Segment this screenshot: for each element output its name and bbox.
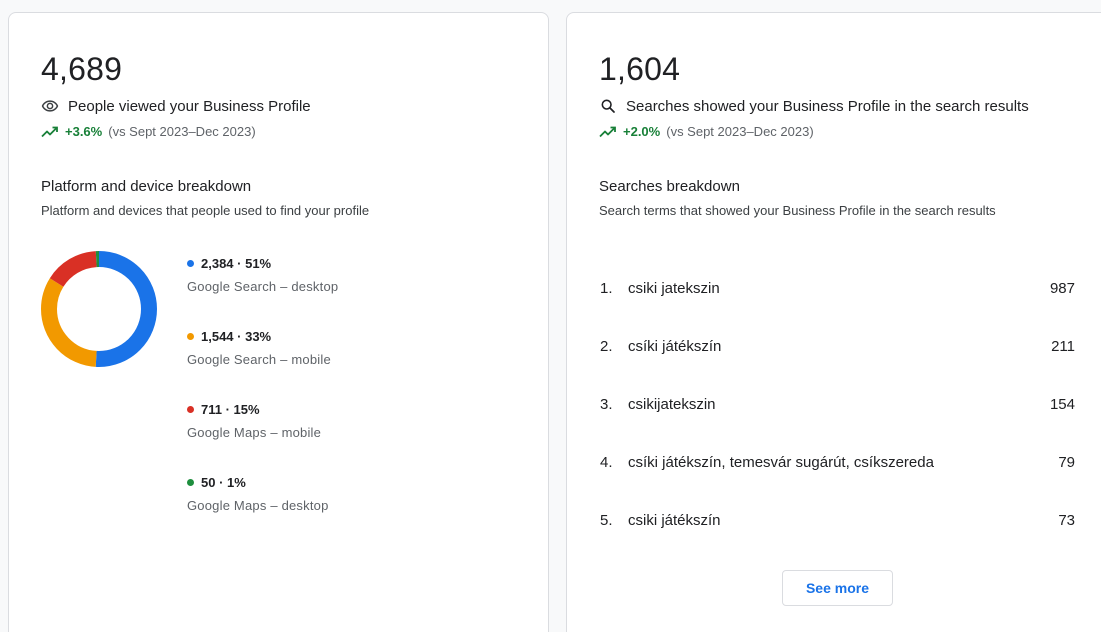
term-text: csiki játékszín: [628, 511, 721, 529]
platform-breakdown-subtitle: Platform and devices that people used to…: [41, 203, 370, 218]
views-trend-period: (vs Sept 2023–Dec 2023): [108, 124, 256, 139]
searches-breakdown-title: Searches breakdown: [599, 178, 740, 195]
trending-up-icon: [599, 126, 616, 137]
legend-item-search-mobile: 1,544 · 33% Google Search – mobile: [187, 328, 338, 401]
list-item: 2. csíki játékszín 211: [600, 317, 1075, 375]
term-count: 79: [1058, 453, 1075, 471]
searches-label-row: Searches showed your Business Profile in…: [599, 97, 1029, 115]
views-label-row: People viewed your Business Profile: [41, 97, 311, 115]
term-count: 73: [1058, 511, 1075, 529]
searches-trend-period: (vs Sept 2023–Dec 2023): [666, 124, 814, 139]
list-item: 1. csiki jatekszin 987: [600, 259, 1075, 317]
term-text: csikijatekszin: [628, 395, 716, 413]
trending-up-icon: [41, 126, 58, 137]
legend-dot: [187, 332, 194, 340]
legend-item-maps-desktop: 50 · 1% Google Maps – desktop: [187, 474, 338, 547]
term-count: 211: [1051, 337, 1075, 355]
legend-name: Google Maps – desktop: [187, 498, 329, 513]
term-count: 987: [1049, 279, 1075, 297]
list-item: 4. csíki játékszín, temesvár sugárút, cs…: [600, 433, 1075, 491]
legend-name: Google Search – mobile: [187, 352, 331, 367]
search-terms-list: 1. csiki jatekszin 987 2. csíki játékszí…: [600, 259, 1075, 549]
legend-value: 50 · 1%: [201, 474, 246, 490]
searches-breakdown-subtitle: Search terms that showed your Business P…: [599, 203, 996, 218]
term-count: 154: [1049, 395, 1075, 413]
term-index: 3.: [600, 395, 613, 413]
legend-item-search-desktop: 2,384 · 51% Google Search – desktop: [187, 255, 338, 328]
legend-name: Google Search – desktop: [187, 279, 339, 294]
term-index: 2.: [600, 337, 613, 355]
legend-value: 711 · 15%: [201, 401, 260, 417]
list-item: 5. csiki játékszín 73: [600, 491, 1075, 549]
term-text: csíki játékszín, temesvár sugárút, csíks…: [628, 453, 934, 471]
term-index: 1.: [600, 279, 613, 297]
platform-donut-chart: [41, 251, 157, 367]
term-index: 4.: [600, 453, 613, 471]
eye-icon: [41, 97, 59, 115]
term-text: csíki játékszín: [628, 337, 722, 355]
legend-dot: [187, 259, 194, 267]
legend-dot: [187, 478, 194, 486]
see-more-button[interactable]: See more: [782, 570, 893, 606]
platform-breakdown-title: Platform and device breakdown: [41, 178, 252, 195]
searches-trend: +2.0% (vs Sept 2023–Dec 2023): [599, 124, 814, 139]
legend-value: 1,544 · 33%: [201, 328, 272, 344]
searches-trend-value: +2.0%: [623, 124, 661, 139]
legend-value: 2,384 · 51%: [201, 255, 272, 271]
legend-name: Google Maps – mobile: [187, 425, 322, 440]
searches-total: 1,604: [599, 51, 681, 87]
views-total: 4,689: [41, 51, 123, 87]
searches-card: 1,604 Searches showed your Business Prof…: [566, 12, 1101, 632]
list-item: 3. csikijatekszin 154: [600, 375, 1075, 433]
profile-views-card: 4,689 People viewed your Business Profil…: [8, 12, 549, 632]
search-icon: [599, 97, 617, 115]
views-label: People viewed your Business Profile: [68, 97, 311, 115]
term-index: 5.: [600, 511, 613, 529]
views-trend-value: +3.6%: [65, 124, 103, 139]
term-text: csiki jatekszin: [628, 279, 720, 297]
platform-legend: 2,384 · 51% Google Search – desktop 1,54…: [187, 255, 338, 547]
legend-item-maps-mobile: 711 · 15% Google Maps – mobile: [187, 401, 338, 474]
searches-label: Searches showed your Business Profile in…: [626, 97, 1029, 115]
views-trend: +3.6% (vs Sept 2023–Dec 2023): [41, 124, 256, 139]
legend-dot: [187, 405, 194, 413]
